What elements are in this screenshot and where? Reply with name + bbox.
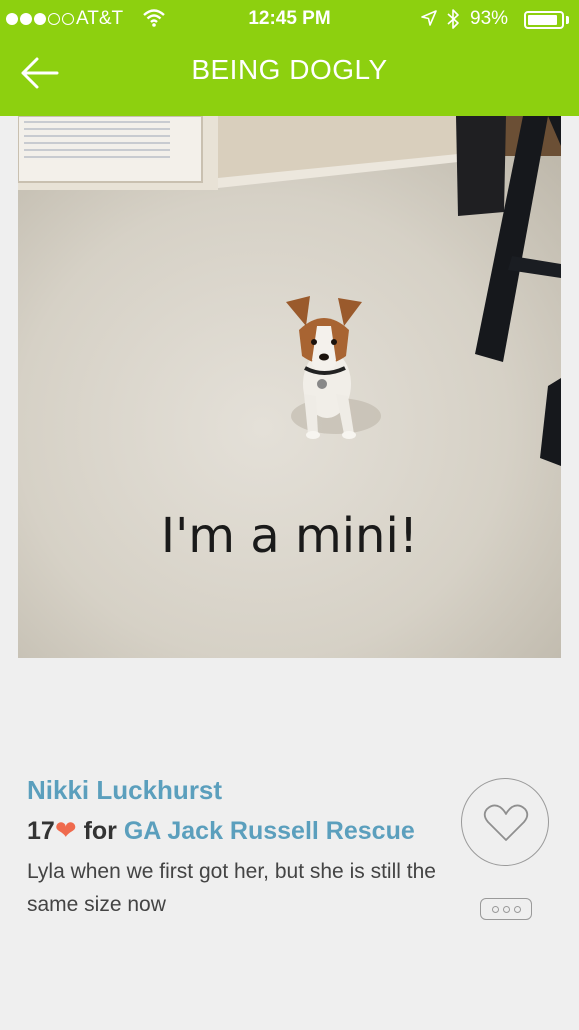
post-description: Lyla when we first got her, but she is s… xyxy=(27,860,436,916)
like-count: 17 xyxy=(27,817,55,845)
battery-icon xyxy=(524,11,564,29)
like-button[interactable] xyxy=(461,778,549,866)
ellipsis-icon xyxy=(491,905,499,913)
organization-link[interactable]: GA Jack Russell Rescue xyxy=(124,817,415,845)
status-bar: AT&T 12:45 PM 93% xyxy=(0,0,579,40)
heart-icon: ❤ xyxy=(54,815,77,845)
app-header: AT&T 12:45 PM 93% BEING DOGLY xyxy=(0,0,579,116)
dog-photo-image xyxy=(18,116,561,658)
post-photo[interactable]: I'm a mini! xyxy=(18,116,561,658)
page-title: BEING DOGLY xyxy=(191,54,388,85)
for-label: for xyxy=(83,817,117,845)
location-arrow-icon xyxy=(420,9,438,33)
more-options-button[interactable] xyxy=(480,898,532,920)
photo-caption: I'm a mini! xyxy=(160,508,419,564)
heart-outline-icon xyxy=(483,804,529,841)
author-name-link[interactable]: Nikki Luckhurst xyxy=(27,775,222,806)
post-meta-line: 17❤ for GA Jack Russell Rescue xyxy=(27,815,415,846)
battery-tip xyxy=(566,16,569,24)
battery-percent: 93% xyxy=(470,8,509,29)
bluetooth-icon xyxy=(446,8,460,36)
